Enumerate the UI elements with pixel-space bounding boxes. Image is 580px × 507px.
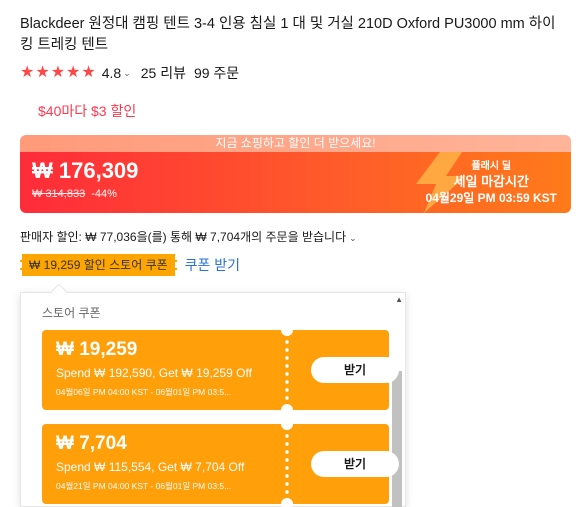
perforation [39, 428, 45, 500]
coupon-description: Spend ₩ 115,554, Get ₩ 7,704 Off [56, 460, 245, 474]
flash-label: 플래시 딜 [471, 161, 512, 172]
seller-discount-text: 판매자 할인: ₩ 77,036을(를) 통해 ₩ 7,704개의 주문을 받습… [20, 230, 347, 244]
scrollbar[interactable] [392, 371, 402, 507]
star-icon: ★ [81, 64, 96, 81]
coupon-notch [281, 324, 293, 336]
get-coupons-link[interactable]: 쿠폰 받기 [185, 255, 240, 275]
star-icon: ★ [20, 64, 35, 81]
product-title: Blackdeer 원정대 캠핑 텐트 3-4 인용 침실 1 대 및 거실 2… [20, 16, 556, 53]
scroll-up-icon[interactable]: ▲ [395, 295, 403, 304]
coupon-notch [281, 498, 293, 507]
flash-deadline: 플래시 딜 세일 마감시간 04월29일 PM 03:59 KST [426, 160, 557, 206]
seller-discount[interactable]: 판매자 할인: ₩ 77,036을(를) 통해 ₩ 7,704개의 주문을 받습… [20, 228, 357, 245]
star-icon: ★ [50, 64, 66, 81]
get-coupon-button[interactable]: 받기 [311, 357, 399, 383]
flash-body: ₩ 176,309 ₩ 314,833 -44% 플래시 딜 세일 마감시간 0… [20, 152, 571, 213]
coupon-card: ₩ 19,259 Spend ₩ 192,590, Get ₩ 19,259 O… [39, 324, 399, 416]
coupon-amount: ₩ 19,259 [56, 339, 138, 360]
coupon-validity: 04월06일 PM 04:00 KST - 06월01일 PM 03:5... [56, 387, 232, 397]
star-icon: ★ [66, 64, 81, 81]
coupon-validity: 04월21일 PM 04:00 KST - 06월01일 PM 03:5... [56, 481, 232, 491]
old-price-row: ₩ 314,833 -44% [32, 188, 117, 200]
coupon-divider [285, 424, 289, 504]
price-value: ₩ 176,309 [32, 158, 139, 183]
popup-arrow [50, 283, 68, 301]
coupon-body: ₩ 7,704 Spend ₩ 115,554, Get ₩ 7,704 Off… [39, 424, 287, 504]
coupon-card: ₩ 7,704 Spend ₩ 115,554, Get ₩ 7,704 Off… [39, 418, 399, 507]
store-coupon-tag[interactable]: ₩ 19,259 할인 스토어 쿠폰 [20, 254, 177, 276]
coupon-amount: ₩ 7,704 [56, 433, 127, 454]
store-coupon-popup: 스토어 쿠폰 ▲ ₩ 19,259 Spend ₩ 192,590, Get ₩… [20, 283, 406, 507]
flash-top-banner: 지금 쇼핑하고 할인 더 받으세요! [20, 135, 571, 152]
old-price: ₩ 314,833 [32, 188, 86, 200]
discount-percent: -44% [91, 188, 117, 200]
current-price: ₩ 176,309 [32, 158, 138, 184]
star-icon: ★ [35, 64, 50, 81]
rating-row: ★ ★ ★ ★ ★ 4.8 ⌄ 25 리뷰 99 주문 [20, 63, 239, 83]
popup-title: 스토어 쿠폰 [42, 306, 101, 320]
rating-value[interactable]: 4.8 [102, 65, 121, 81]
deadline-label: 세일 마감시간 [453, 174, 529, 189]
coupon-row: ₩ 19,259 할인 스토어 쿠폰 쿠폰 받기 [20, 254, 240, 276]
coupon-stub: 받기 [287, 424, 399, 504]
coupon-notch [281, 404, 293, 416]
orders-count: 99 주문 [193, 65, 240, 81]
chevron-down-icon[interactable]: ⌄ [349, 233, 357, 243]
coupon-stub: 받기 [287, 330, 399, 410]
chevron-down-icon[interactable]: ⌄ [123, 68, 131, 79]
get-coupon-button[interactable]: 받기 [311, 451, 399, 477]
perforation [39, 334, 45, 406]
coupon-description: Spend ₩ 192,590, Get ₩ 19,259 Off [56, 366, 252, 380]
coupon-divider [285, 330, 289, 410]
promo-discount: $40마다 $3 할인 [38, 103, 137, 119]
coupon-notch [281, 418, 293, 430]
deadline-time: 04월29일 PM 03:59 KST [425, 191, 557, 205]
rating-stars: ★ ★ ★ ★ ★ [20, 65, 96, 81]
reviews-count[interactable]: 25 리뷰 [141, 63, 186, 83]
coupon-body: ₩ 19,259 Spend ₩ 192,590, Get ₩ 19,259 O… [39, 330, 287, 410]
flash-deal-banner: 지금 쇼핑하고 할인 더 받으세요! ₩ 176,309 ₩ 314,833 -… [20, 135, 571, 213]
